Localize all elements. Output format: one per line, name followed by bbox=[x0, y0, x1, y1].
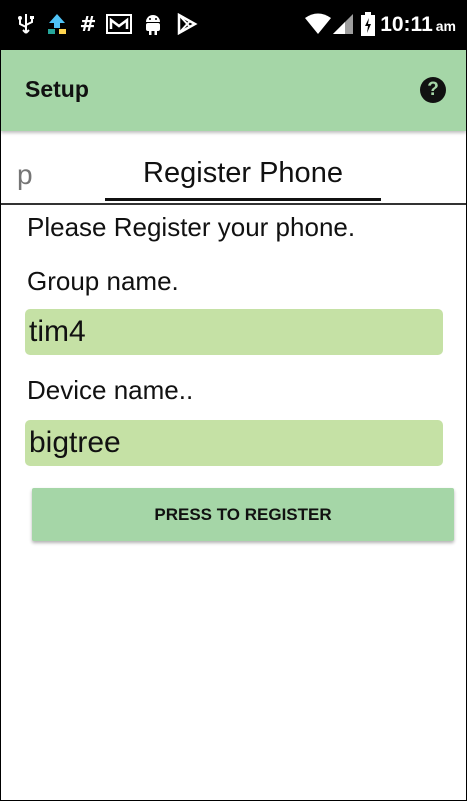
play-store-icon bbox=[175, 11, 199, 37]
app-title: Setup bbox=[25, 76, 89, 102]
signal-icon bbox=[331, 11, 355, 37]
phone-screen: # 10:11 am Setup ? p Register Phone Plea… bbox=[0, 0, 467, 801]
tab-strip: p Register Phone bbox=[1, 141, 466, 203]
status-bar: # 10:11 am bbox=[1, 1, 466, 50]
tab-indicator bbox=[105, 198, 381, 201]
status-time: 10:11 am bbox=[380, 13, 456, 36]
wifi-icon bbox=[304, 11, 332, 37]
tab-register-phone[interactable]: Register Phone bbox=[105, 157, 381, 190]
device-name-input[interactable]: bigtree bbox=[25, 420, 443, 466]
battery-icon bbox=[358, 11, 378, 37]
hash-icon: # bbox=[79, 12, 97, 36]
register-button[interactable]: PRESS TO REGISTER bbox=[32, 488, 454, 541]
gmail-icon bbox=[105, 11, 133, 37]
help-icon[interactable]: ? bbox=[420, 77, 446, 103]
group-name-label: Group name. bbox=[27, 266, 179, 296]
device-name-label: Device name.. bbox=[27, 375, 194, 405]
tab-previous[interactable]: p bbox=[17, 159, 33, 191]
status-ampm: am bbox=[435, 18, 456, 34]
android-debug-icon bbox=[141, 11, 165, 37]
tab-divider bbox=[1, 203, 466, 205]
usb-icon bbox=[15, 11, 37, 37]
app-bar: Setup ? bbox=[1, 50, 466, 131]
upload-sync-icon bbox=[44, 11, 70, 37]
instruction-text: Please Register your phone. bbox=[27, 212, 356, 242]
group-name-input[interactable]: tim4 bbox=[25, 309, 443, 355]
